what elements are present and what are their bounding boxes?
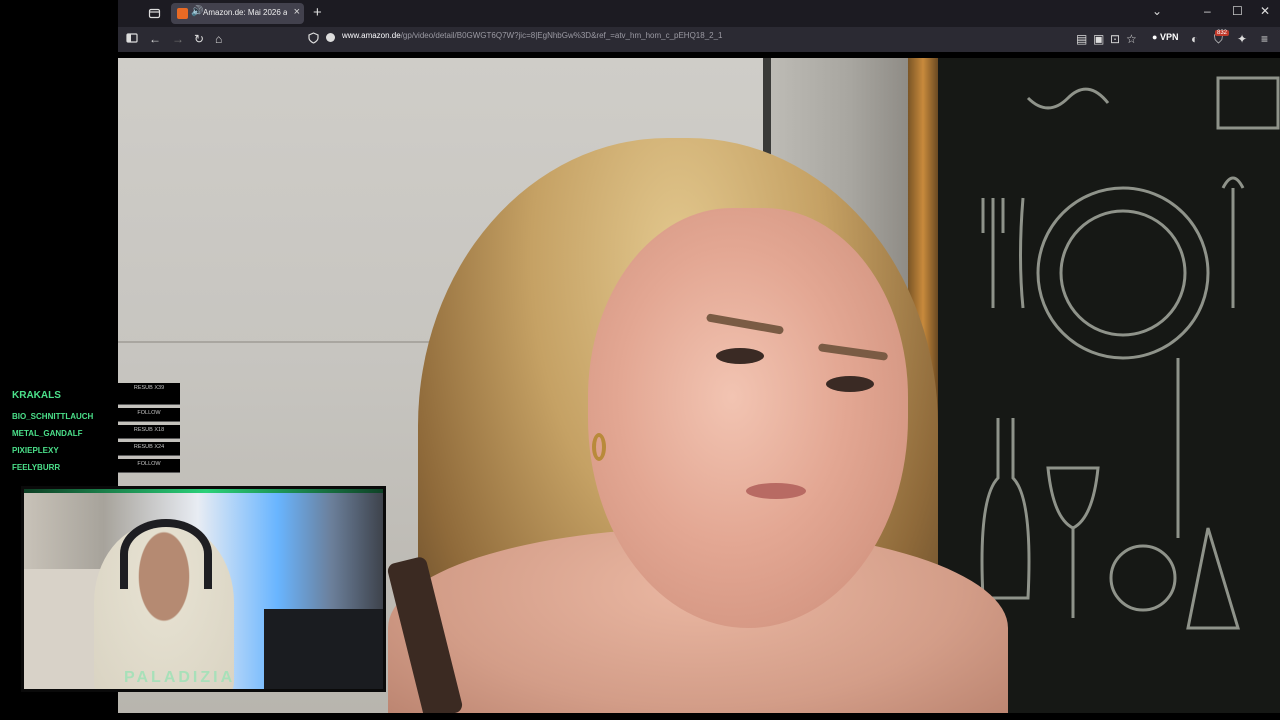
event-username: BIO_SCHNITTLAUCH	[12, 412, 94, 421]
event-username: FEELYBURR	[12, 463, 61, 472]
event-username: PIXIEPLEXY	[12, 446, 59, 455]
maximize-button[interactable]: ☐	[1232, 4, 1243, 18]
extension-badge: 832	[1215, 30, 1230, 36]
tracking-shield-icon[interactable]	[308, 32, 319, 47]
list-all-tabs-icon[interactable]: ⌄	[1152, 4, 1162, 18]
left-eye	[716, 348, 764, 364]
amazon-favicon-icon	[177, 8, 188, 19]
tab-title: Amazon.de: Mai 2026 anse	[203, 8, 287, 17]
url-path: /gp/video/detail/B0GWGT6Q7W?jic=8|EgNhbG…	[400, 31, 723, 40]
tab-bar: 🔊 Amazon.de: Mai 2026 anse × + ⌄ – ☐ ✕	[118, 0, 1280, 27]
vpn-button[interactable]: ● VPN	[1152, 32, 1178, 42]
nav-toolbar: ← → ↻ ⌂ www.amazon.de/gp/video/detail/B0…	[118, 27, 1280, 52]
screenshot-icon[interactable]: ⊡	[1110, 32, 1120, 46]
extensions-puzzle-icon[interactable]: ✦	[1237, 32, 1247, 46]
close-window-button[interactable]: ✕	[1260, 4, 1270, 18]
person-face	[588, 208, 908, 628]
event-type: RESUB X24	[118, 442, 180, 456]
new-tab-button[interactable]: +	[313, 4, 322, 21]
event-type: RESUB X39	[118, 383, 180, 405]
headset-icon	[120, 519, 212, 589]
home-icon[interactable]: ⌂	[215, 32, 222, 46]
picture-in-picture-icon[interactable]: ▣	[1093, 32, 1104, 46]
stream-event-feed: KRAKALS RESUB X39 BIO_SCHNITTLAUCH FOLLO…	[0, 383, 180, 475]
webcam-glow-border	[24, 489, 383, 493]
vpn-dot-icon: ●	[1152, 32, 1160, 42]
extension-globe-icon[interactable]: ◐	[1191, 32, 1198, 46]
person-mouth	[746, 483, 806, 499]
bookmark-star-icon[interactable]: ☆	[1126, 32, 1137, 46]
event-username: KRAKALS	[12, 390, 61, 401]
earring	[592, 433, 606, 461]
url-bar[interactable]: www.amazon.de/gp/video/detail/B0GWGT6Q7W…	[342, 31, 723, 40]
right-eye	[826, 376, 874, 392]
tab-overview-icon[interactable]	[148, 7, 161, 20]
site-info-icon[interactable]	[325, 32, 336, 46]
vpn-label: VPN	[1159, 32, 1179, 42]
streamer-name: PALADIZIA	[124, 669, 236, 686]
event-type: RESUB X18	[118, 425, 180, 439]
reload-icon[interactable]: ↻	[194, 32, 204, 46]
back-icon[interactable]: ←	[149, 32, 161, 46]
event-type: FOLLOW	[118, 459, 180, 473]
minimize-button[interactable]: –	[1204, 4, 1211, 18]
url-host: www.amazon.de	[342, 31, 401, 40]
event-username: METAL_GANDALF	[12, 429, 83, 438]
sidebar-icon[interactable]	[126, 32, 138, 47]
tab-amazon[interactable]: 🔊 Amazon.de: Mai 2026 anse ×	[171, 3, 304, 24]
menu-hamburger-icon[interactable]: ≡	[1261, 32, 1268, 46]
webcam-overlay: PALADIZIA	[21, 486, 386, 692]
reader-view-icon[interactable]: ▤	[1076, 32, 1087, 46]
webcam-desk	[264, 609, 383, 689]
speaker-icon[interactable]: 🔊	[191, 6, 203, 17]
event-type: FOLLOW	[118, 408, 180, 422]
forward-icon[interactable]: →	[172, 32, 184, 46]
tab-close-icon[interactable]: ×	[294, 6, 300, 18]
